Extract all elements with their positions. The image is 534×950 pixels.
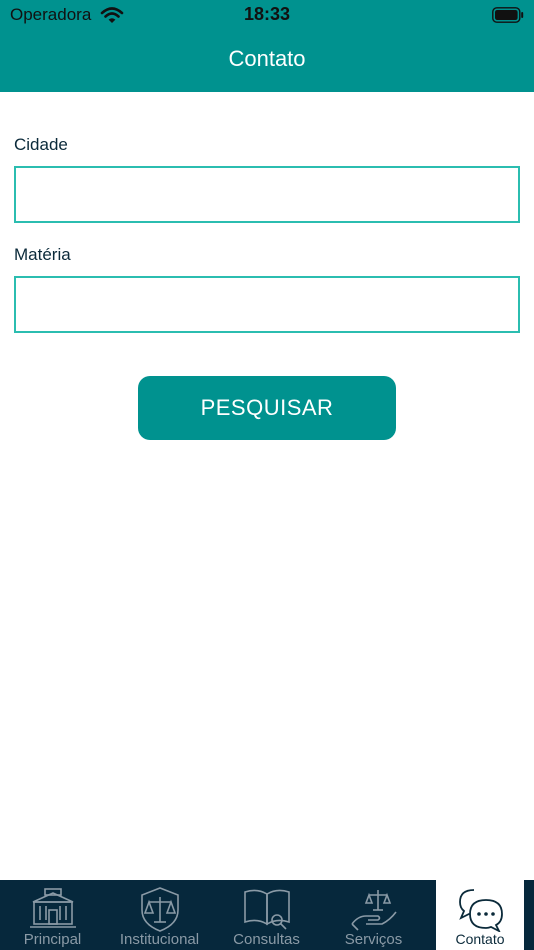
materia-input[interactable] [14,276,520,333]
tab-institucional[interactable]: Institucional [107,880,212,950]
tab-label: Institucional [119,931,200,948]
tab-servicos[interactable]: Serviços [321,880,426,950]
status-time: 18:33 [243,4,291,24]
page-title: Contato [228,46,306,71]
hand-scales-icon [350,890,397,931]
battery-icon [492,7,524,23]
cidade-input[interactable] [14,166,520,223]
search-button[interactable]: PESQUISAR [138,376,396,440]
tab-contato[interactable]: Contato [436,880,524,950]
tab-consultas[interactable]: Consultas [214,880,319,950]
materia-label: Matéria [14,245,71,264]
tab-principal[interactable]: Principal [0,880,105,950]
tab-label: Principal [23,931,82,948]
shield-scales-icon [140,887,179,932]
tab-label: Consultas [233,931,300,948]
tab-label: Contato [455,931,505,947]
building-icon [29,888,76,928]
tab-bar-edge [524,880,534,950]
book-search-icon [243,889,290,930]
tab-bar: Principal Institucional Consultas Serviç… [0,880,534,950]
tab-label: Serviços [344,931,403,948]
chat-bubbles-icon [459,889,503,932]
status-bar: Operadora 18:33 [0,0,534,30]
cidade-label: Cidade [14,135,68,154]
app-header: Operadora 18:33 Contato [0,0,534,92]
